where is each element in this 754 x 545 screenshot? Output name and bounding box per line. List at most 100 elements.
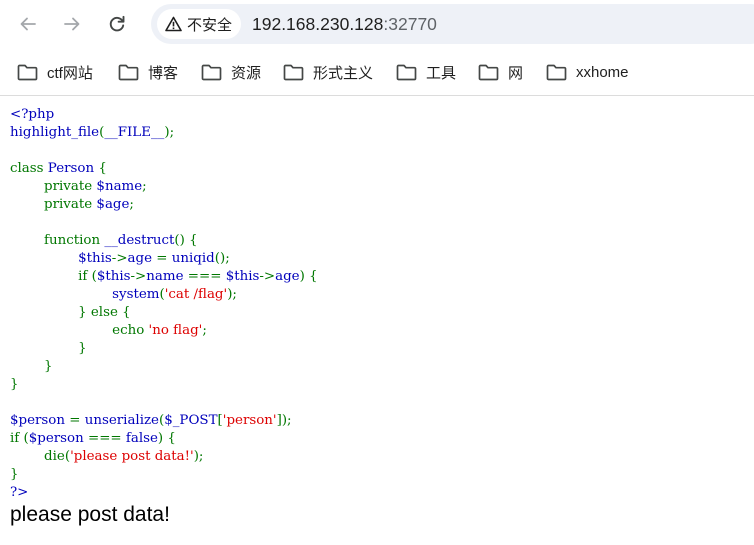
code-token: Person xyxy=(47,161,99,176)
code-token: = xyxy=(156,251,172,266)
code-token: } xyxy=(10,467,19,482)
code-token: $this xyxy=(225,269,260,284)
code-token: $_POST xyxy=(164,413,218,428)
arrow-right-icon xyxy=(64,17,80,31)
code-token: die xyxy=(10,449,65,464)
code-token: ; xyxy=(202,323,207,338)
bookmark-label: 网 xyxy=(508,64,524,82)
code-line: $person = unserialize($_POST['person']); xyxy=(10,412,318,430)
code-token: $age xyxy=(96,197,130,212)
code-token: $person xyxy=(10,413,70,428)
code-token: === xyxy=(87,431,126,446)
bookmark-label: 工具 xyxy=(426,64,457,82)
code-token: function xyxy=(10,233,105,248)
bookmark-folder-web[interactable]: 网 xyxy=(478,58,523,86)
code-line: private $name; xyxy=(10,178,318,196)
code-token: __FILE__ xyxy=(104,125,165,140)
toolbar-divider xyxy=(0,95,754,96)
security-label: 不安全 xyxy=(187,16,233,34)
reload-button[interactable] xyxy=(101,8,133,40)
bookmark-folder-ctf[interactable]: ctf网站 xyxy=(17,58,93,86)
bookmark-label: 资源 xyxy=(231,64,262,82)
code-token: ?> xyxy=(10,485,29,500)
folder-icon xyxy=(546,64,567,80)
code-line: } xyxy=(10,376,318,394)
folder-icon xyxy=(396,64,417,80)
code-token: 'person' xyxy=(222,413,277,428)
code-token: ) { xyxy=(299,269,318,284)
code-token: (); xyxy=(214,251,230,266)
code-token: <?php xyxy=(10,107,55,122)
code-token: } xyxy=(10,341,87,356)
bookmark-folder-tools[interactable]: 工具 xyxy=(396,58,456,86)
browser-toolbar: 不安全 192.168.230.128:32770 xyxy=(0,0,754,48)
code-token: ; xyxy=(142,179,147,194)
code-token: 'cat /flag' xyxy=(164,287,228,302)
code-token: system xyxy=(112,287,160,302)
bookmark-folder-blog[interactable]: 博客 xyxy=(118,58,178,86)
code-line: function __destruct() { xyxy=(10,232,318,250)
code-line: die('please post data!'); xyxy=(10,448,318,466)
code-line: class Person { xyxy=(10,160,318,178)
folder-icon xyxy=(201,64,222,80)
code-line: if ($this->name === $this->age) { xyxy=(10,268,318,286)
address-bar[interactable]: 不安全 192.168.230.128:32770 xyxy=(151,4,754,44)
code-token: 'please post data!' xyxy=(70,449,194,464)
code-token: false xyxy=(125,431,158,446)
code-line: if ($person === false) { xyxy=(10,430,318,448)
code-token: $this xyxy=(96,269,131,284)
code-token: = xyxy=(69,413,85,428)
reload-icon xyxy=(109,15,125,32)
code-line: echo 'no flag'; xyxy=(10,322,318,340)
code-token: } else { xyxy=(10,305,131,320)
code-token: ); xyxy=(193,449,204,464)
code-token: ); xyxy=(164,125,175,140)
code-token: private xyxy=(10,179,97,194)
code-token: $name xyxy=(96,179,143,194)
code-line: } xyxy=(10,466,318,484)
forward-button[interactable] xyxy=(56,8,88,40)
url-host: 192.168.230.128 xyxy=(252,14,384,34)
security-indicator[interactable]: 不安全 xyxy=(157,9,241,39)
code-token: class xyxy=(10,161,48,176)
folder-icon xyxy=(17,64,38,80)
php-source-code: <?php highlight_file(__FILE__);class Pers… xyxy=(10,106,318,502)
code-token: private xyxy=(10,197,97,212)
code-token: unserialize xyxy=(84,413,159,428)
code-token: age xyxy=(127,251,157,266)
code-token: } xyxy=(10,377,19,392)
code-line: $this->age = uniqid(); xyxy=(10,250,318,268)
code-line: <?php xyxy=(10,106,318,124)
code-line: } xyxy=(10,358,318,376)
code-token: } xyxy=(10,359,53,374)
url-port: :32770 xyxy=(383,14,437,34)
code-token: ; xyxy=(129,197,134,212)
code-token: 'no flag' xyxy=(148,323,203,338)
code-token: age xyxy=(275,269,300,284)
folder-icon xyxy=(118,64,139,80)
code-token: uniqid xyxy=(171,251,215,266)
bookmark-folder-resources[interactable]: 资源 xyxy=(201,58,261,86)
code-line: highlight_file(__FILE__); xyxy=(10,124,318,142)
page-output-text: please post data! xyxy=(10,503,170,526)
warning-icon xyxy=(165,16,182,32)
back-button[interactable] xyxy=(12,8,44,40)
code-token: highlight_file xyxy=(10,125,100,140)
code-line: system('cat /flag'); xyxy=(10,286,318,304)
url-text[interactable]: 192.168.230.128:32770 xyxy=(252,4,437,44)
code-token: -> xyxy=(130,269,147,284)
code-token: { xyxy=(98,161,107,176)
code-token: name xyxy=(146,269,188,284)
bookmark-label: 博客 xyxy=(148,64,179,82)
code-line: private $age; xyxy=(10,196,318,214)
bookmark-folder-formalism[interactable]: 形式主义 xyxy=(283,58,373,86)
bookmark-label: ctf网站 xyxy=(47,64,93,82)
bookmark-folder-xxhome[interactable]: xxhome xyxy=(546,58,629,86)
arrow-left-icon xyxy=(20,17,36,31)
code-line: } xyxy=(10,340,318,358)
